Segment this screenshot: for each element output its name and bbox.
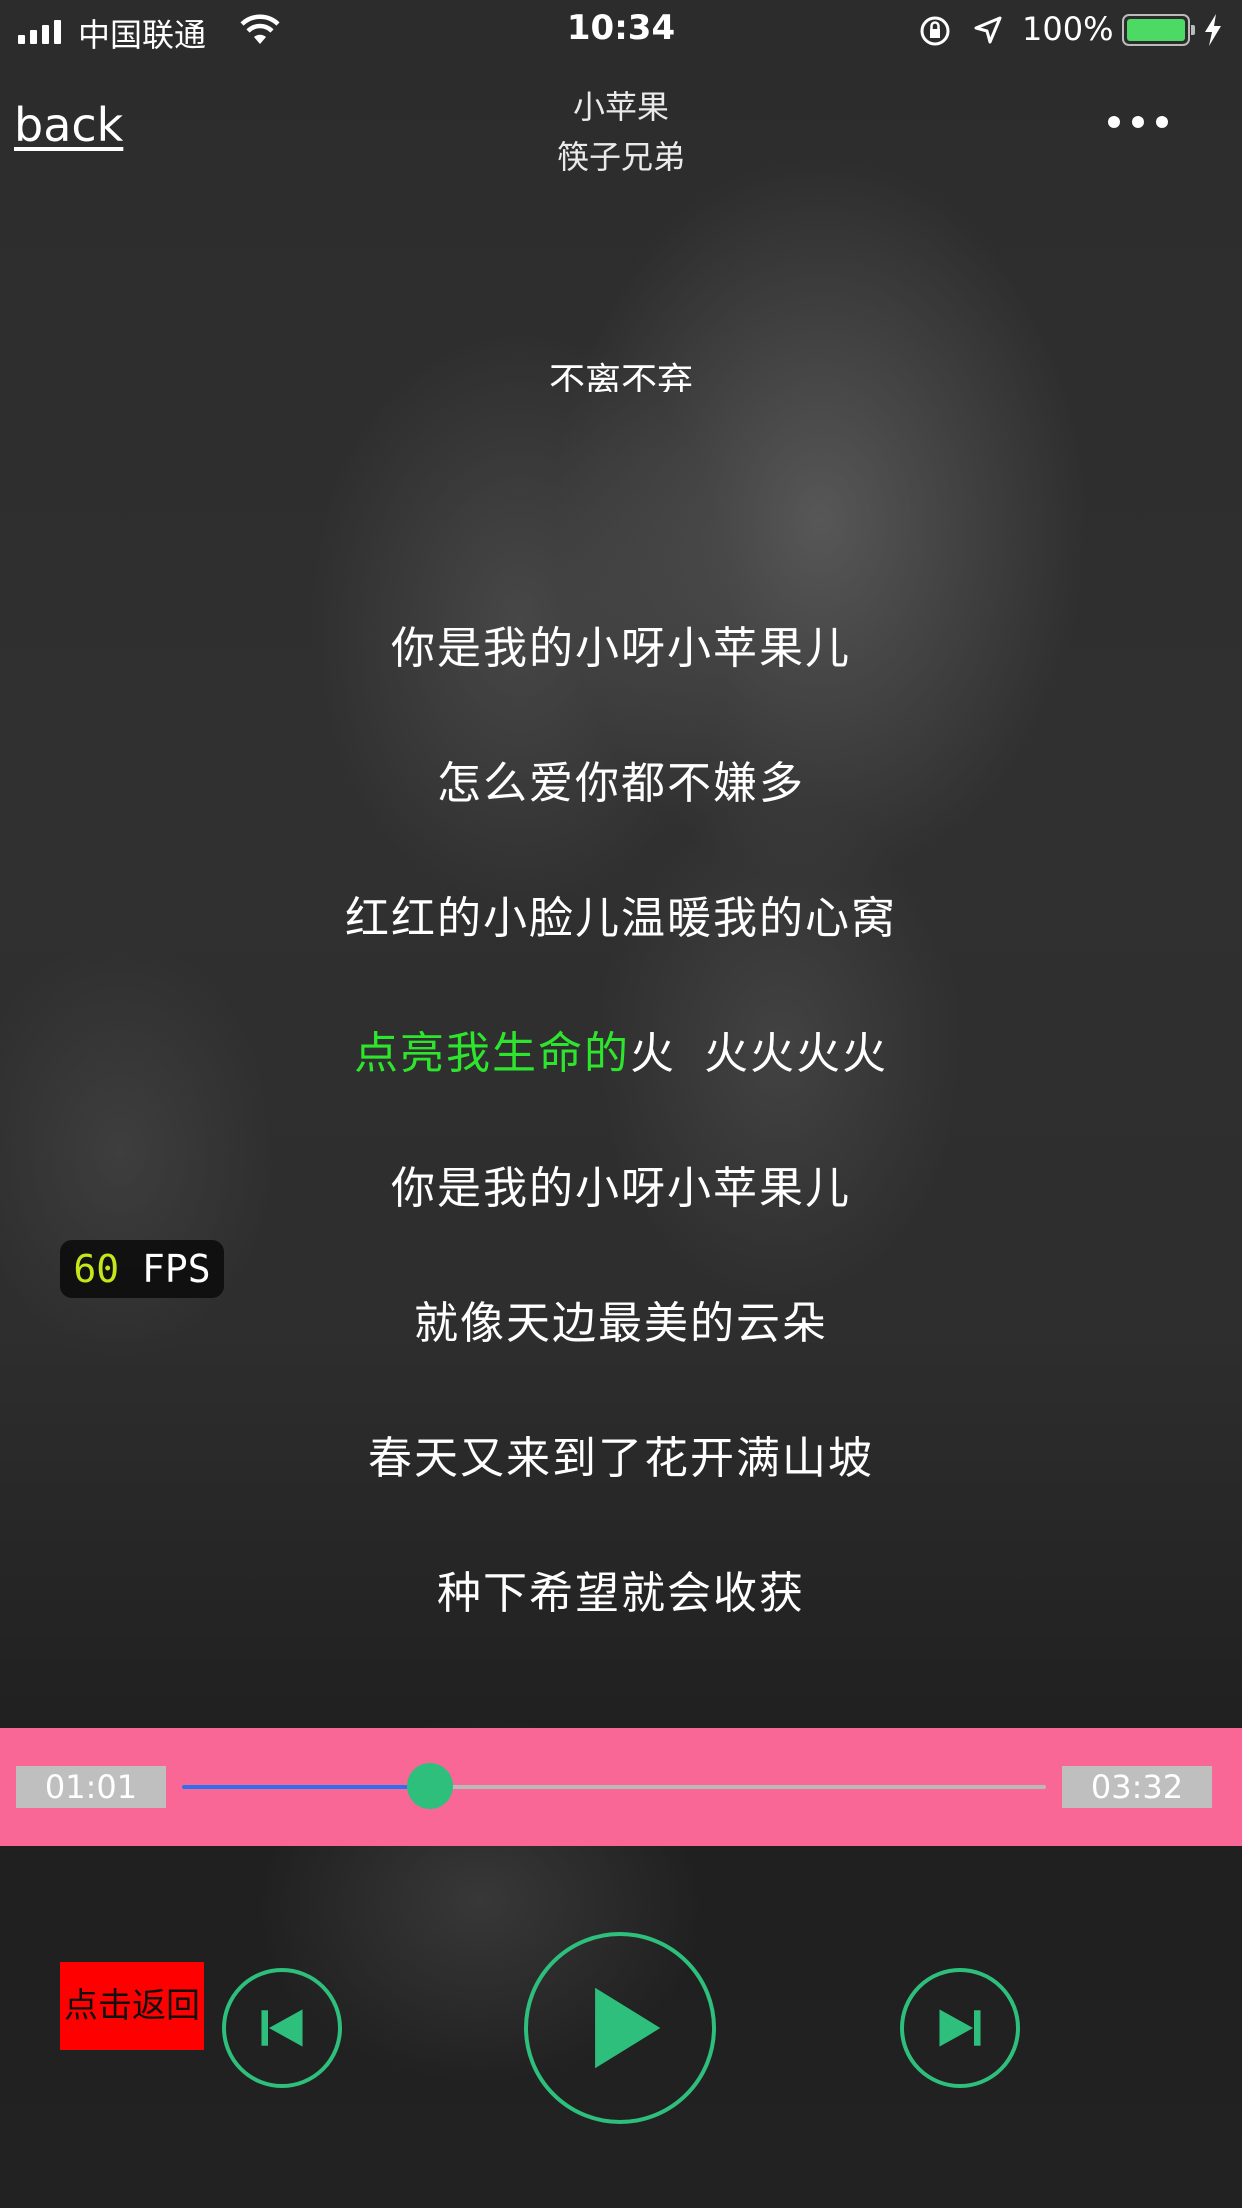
lyric-line: 你是我的小呀小苹果儿: [391, 623, 851, 674]
song-artist: 筷子兄弟: [556, 138, 685, 176]
fps-value: 60: [73, 1247, 120, 1291]
return-button[interactable]: 点击返回: [60, 1962, 204, 2050]
song-title: 小苹果: [572, 88, 669, 126]
more-dots-icon[interactable]: [1108, 116, 1168, 128]
play-icon: [595, 1987, 661, 2069]
status-bar: 中国联通 10:34 100%: [0, 0, 1242, 62]
next-track-button[interactable]: [900, 1968, 1020, 2088]
fps-counter: 60 FPS: [60, 1240, 224, 1298]
lyric-unsung-part: 火: [630, 1028, 676, 1079]
skip-next-icon: [939, 2009, 981, 2047]
battery-percentage: 100%: [1022, 10, 1114, 48]
total-time: 03:32: [1062, 1766, 1212, 1808]
location-arrow-icon: [972, 14, 1004, 50]
lyric-line: 你是我的小呀小苹果儿: [391, 1163, 851, 1214]
lyric-line-previous: 不离不弃: [548, 361, 693, 392]
progress-slider[interactable]: [182, 1763, 1046, 1809]
lyric-line: 春天又来到了花开满山坡: [368, 1433, 874, 1484]
progress-fill: [182, 1785, 430, 1789]
current-time: 01:01: [16, 1766, 166, 1808]
progress-thumb[interactable]: [406, 1763, 453, 1809]
lyric-line: 怎么爱你都不嫌多: [437, 758, 805, 809]
orientation-lock-icon: [918, 14, 952, 52]
lyric-sung-part: 点亮我生命的: [354, 1028, 630, 1079]
battery-icon: [1122, 14, 1195, 46]
progress-panel: 01:01 03:32: [0, 1728, 1242, 1846]
lyric-line: 红红的小脸儿温暖我的心窝: [345, 893, 897, 944]
music-player-screen: 中国联通 10:34 100% back 小苹果 筷子兄弟 不离不弃 你是我的小…: [0, 0, 1242, 2208]
lyric-line-current: 点亮我生命的火 火火火火: [0, 1017, 1242, 1081]
lyric-unsung-part: 火火火火: [704, 1028, 888, 1079]
lyric-line: 种下希望就会收获: [437, 1568, 805, 1619]
play-button[interactable]: [524, 1932, 716, 2124]
charging-bolt-icon: [1202, 12, 1224, 52]
previous-track-button[interactable]: [222, 1968, 342, 2088]
skip-previous-icon: [261, 2009, 303, 2047]
fps-unit: FPS: [142, 1247, 211, 1291]
